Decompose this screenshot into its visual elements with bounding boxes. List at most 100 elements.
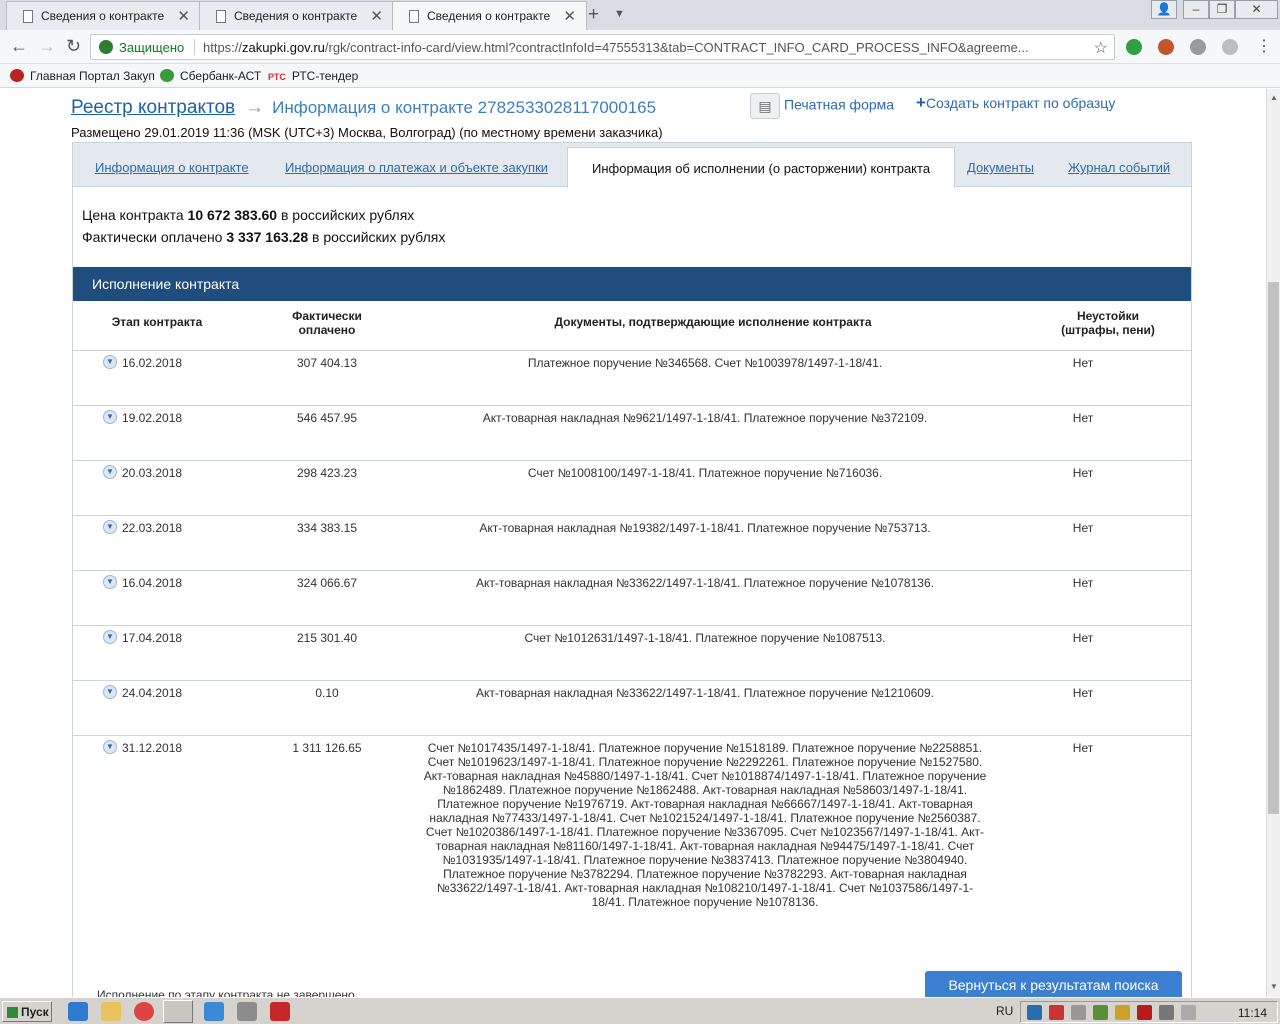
windows-flag-icon <box>7 1007 18 1018</box>
minimize-icon[interactable]: – <box>1183 0 1209 19</box>
start-button[interactable]: Пуск <box>2 1001 52 1022</box>
table-row: ▼ 31.12.2018 1 311 126.65 Счет №1017435/… <box>73 735 1191 975</box>
table-row: ▼ 20.03.2018 298 423.23 Счет №1008100/14… <box>73 460 1191 515</box>
stage-date: 16.02.2018 <box>122 356 183 370</box>
column-header-docs: Документы, подтверждающие исполнение кон… <box>554 315 872 329</box>
vertical-scrollbar[interactable]: ▲ ▼ <box>1266 89 1280 997</box>
browser-tab-strip: Сведения о контракте ✕ Сведения о контра… <box>0 0 1280 30</box>
reload-icon[interactable]: ↻ <box>66 36 81 57</box>
scrollbar-thumb[interactable] <box>1268 282 1279 814</box>
chevron-down-icon[interactable]: ▼ <box>103 630 117 644</box>
supporting-docs: Акт-товарная накладная №19382/1497-1-18/… <box>479 521 931 535</box>
page-content: Реестр контрактов → Информация о контракте… <box>0 89 1266 997</box>
contract-card: Информация о контракте Информация о плат… <box>72 142 1192 997</box>
restore-icon[interactable]: ❐ <box>1209 0 1235 19</box>
chevron-down-icon[interactable]: ▼ <box>103 520 117 534</box>
close-tab-icon[interactable]: ✕ <box>563 7 576 25</box>
stage-date: 20.03.2018 <box>122 466 183 480</box>
print-form-link[interactable]: ▤ Печатная форма <box>750 93 894 119</box>
column-header-paid: Фактически оплачено <box>292 309 362 337</box>
tab-documents[interactable]: Документы <box>967 160 1034 175</box>
penalty-value: Нет <box>1072 521 1094 535</box>
scroll-up-icon[interactable]: ▲ <box>1270 93 1278 102</box>
supporting-docs: Счет №1008100/1497-1-18/41. Платежное по… <box>527 466 883 480</box>
tray-app-icon[interactable] <box>1115 1005 1130 1020</box>
page-title: Информация о контракте 27825330281170001… <box>272 98 657 117</box>
chevron-down-icon[interactable]: ▼ <box>103 740 117 754</box>
chevron-down-icon[interactable]: ▼ <box>103 410 117 424</box>
taskbar-app-button[interactable] <box>163 1000 193 1023</box>
stage-date: 17.04.2018 <box>122 631 183 645</box>
ie-icon[interactable] <box>204 1002 224 1021</box>
tray-app-icon[interactable] <box>1093 1005 1108 1020</box>
forward-arrow-icon[interactable]: → <box>38 36 56 57</box>
browser-tab-2[interactable]: Сведения о контракте ✕ <box>199 1 394 30</box>
app-icon[interactable] <box>237 1002 257 1021</box>
page-icon <box>216 10 226 23</box>
extension-icon[interactable] <box>1126 39 1142 55</box>
volume-icon[interactable] <box>1181 1005 1196 1020</box>
paid-amount: 0.10 <box>315 686 339 700</box>
table-row: ▼ 16.04.2018 324 066.67 Акт-товарная нак… <box>73 570 1191 625</box>
chrome-icon[interactable] <box>134 1002 154 1021</box>
clock[interactable]: 11:14 <box>1238 1006 1267 1020</box>
chevron-down-icon[interactable]: ▼ <box>103 575 117 589</box>
table-row: ▼ 17.04.2018 215 301.40 Счет №1012631/14… <box>73 625 1191 680</box>
supporting-docs: Счет №1012631/1497-1-18/41. Платежное по… <box>524 631 886 645</box>
separator <box>194 39 195 55</box>
address-bar: ← → ↻ Защищено https://zakupki.gov.ru/rg… <box>0 30 1280 64</box>
contract-price: Цена контракта 10 672 383.60 в российски… <box>82 207 415 223</box>
tab-contract-info[interactable]: Информация о контракте <box>95 160 249 175</box>
back-to-results-button[interactable]: Вернуться к результатам поиска <box>925 971 1182 997</box>
tab-event-log[interactable]: Журнал событий <box>1068 160 1170 175</box>
tab-payments[interactable]: Информация о платежах и объекте закупки <box>285 160 548 175</box>
language-indicator[interactable]: RU <box>996 1004 1013 1018</box>
bookmark-item[interactable]: Сбербанк-АСТ <box>160 69 261 83</box>
network-icon[interactable] <box>1159 1005 1174 1020</box>
supporting-docs: Платежное поручение №346568. Счет №10039… <box>527 356 883 370</box>
chevron-down-icon[interactable]: ▼ <box>103 685 117 699</box>
extension-icon[interactable] <box>1158 39 1174 55</box>
profile-icon[interactable]: 👤 <box>1151 0 1177 19</box>
bookmark-star-icon[interactable]: ☆ <box>1094 38 1108 58</box>
browser-tab-3[interactable]: Сведения о контракте ✕ <box>392 1 587 30</box>
new-tab-icon[interactable]: + <box>588 4 599 26</box>
paid-amount: 1 311 126.65 <box>292 741 362 755</box>
secure-label: Защищено <box>119 40 185 55</box>
bookmark-item[interactable]: Главная Портал Закуп <box>10 69 155 83</box>
stage-date: 24.04.2018 <box>122 686 183 700</box>
paid-amount: 215 301.40 <box>296 631 358 645</box>
pdf-icon[interactable] <box>270 1002 290 1021</box>
breadcrumb: Реестр контрактов → Информация о контракте… <box>71 97 656 119</box>
chevron-down-icon[interactable]: ▼ <box>103 355 117 369</box>
close-tab-icon[interactable]: ✕ <box>370 7 383 25</box>
chevron-down-icon[interactable]: ▼ <box>103 465 117 479</box>
tab-list-chevron-icon[interactable]: ▼ <box>614 8 625 20</box>
ie-icon[interactable] <box>68 1002 88 1021</box>
extension-icon[interactable] <box>1222 39 1238 55</box>
sberbank-icon <box>160 69 174 82</box>
back-arrow-icon[interactable]: ← <box>10 36 28 57</box>
bookmark-item[interactable]: РТС РТС-тендер <box>268 69 358 83</box>
tab-execution[interactable]: Информация об исполнении (о расторжении)… <box>567 147 956 188</box>
teamviewer-icon[interactable] <box>1027 1005 1042 1020</box>
paid-amount: 546 457.95 <box>296 411 358 425</box>
scroll-down-icon[interactable]: ▼ <box>1270 982 1278 991</box>
tray-app-icon[interactable] <box>1137 1005 1152 1020</box>
tray-app-icon[interactable] <box>1049 1005 1064 1020</box>
close-window-icon[interactable]: ✕ <box>1235 0 1278 19</box>
url-field[interactable]: Защищено https://zakupki.gov.ru/rgk/cont… <box>90 34 1115 60</box>
menu-kebab-icon[interactable]: ⋮ <box>1256 36 1272 56</box>
create-by-template-link[interactable]: +Создать контракт по образцу <box>916 93 1115 113</box>
supporting-docs: Акт-товарная накладная №33622/1497-1-18/… <box>476 576 934 590</box>
folder-icon[interactable] <box>101 1002 121 1021</box>
close-tab-icon[interactable]: ✕ <box>177 7 190 25</box>
extension-icon[interactable] <box>1190 39 1206 55</box>
browser-tab-1[interactable]: Сведения о контракте ✕ <box>6 1 201 30</box>
penalty-value: Нет <box>1072 356 1094 370</box>
penalty-value: Нет <box>1072 411 1094 425</box>
registry-link[interactable]: Реестр контрактов <box>71 97 235 118</box>
tray-app-icon[interactable] <box>1071 1005 1086 1020</box>
bookmarks-bar: Главная Портал Закуп Сбербанк-АСТ РТС РТС… <box>0 64 1280 88</box>
plus-icon: + <box>916 93 926 112</box>
